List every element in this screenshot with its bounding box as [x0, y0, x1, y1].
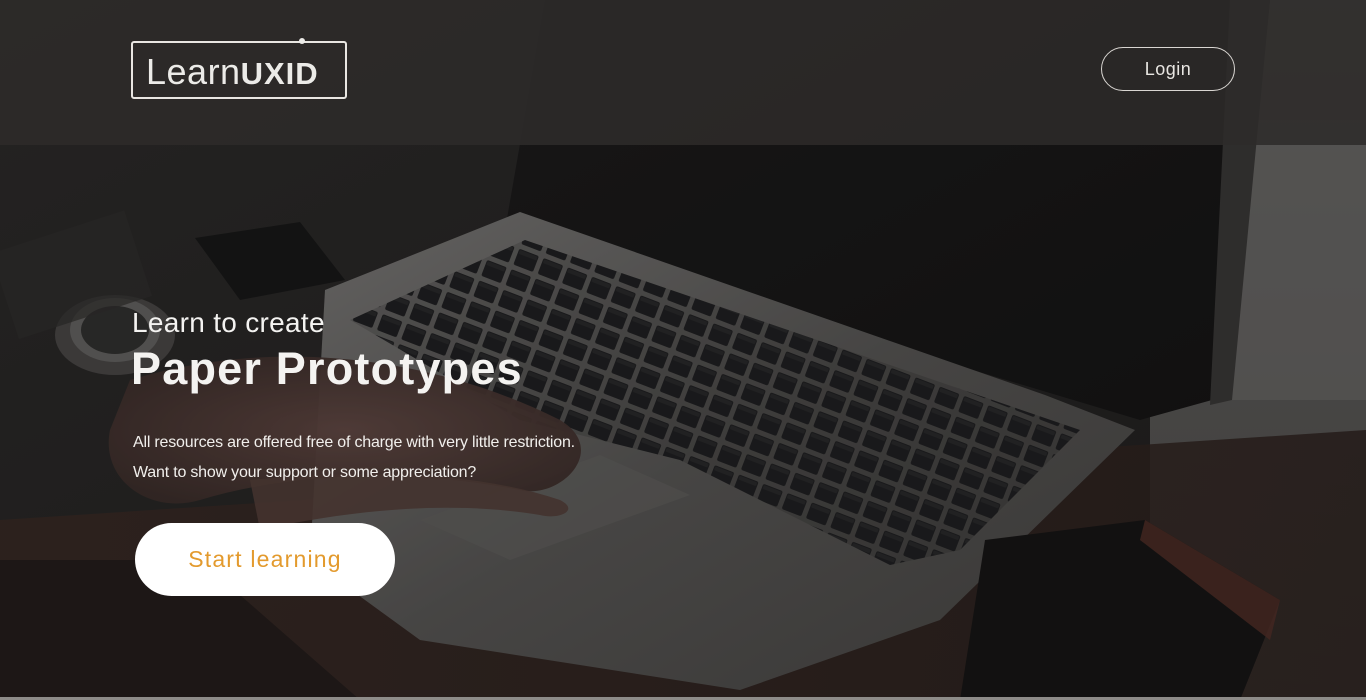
logo-dot-icon: [299, 38, 305, 44]
hero-paragraph-line-2: Want to show your support or some apprec…: [133, 464, 477, 481]
logo-text-light: Learn: [146, 51, 241, 92]
landing-page: LearnUXID Login Learn to create Paper Pr…: [0, 0, 1366, 700]
hero-title: Paper Prototypes: [131, 343, 523, 394]
logo-text-bold: UXID: [240, 56, 319, 91]
start-learning-button[interactable]: Start learning: [135, 523, 395, 596]
logo-text: LearnUXID: [146, 52, 319, 94]
learnuxid-logo[interactable]: LearnUXID: [131, 38, 347, 99]
login-button[interactable]: Login: [1101, 47, 1235, 91]
hero-paragraph-line-1: All resources are offered free of charge…: [133, 434, 575, 451]
hero-kicker: Learn to create: [132, 307, 325, 338]
